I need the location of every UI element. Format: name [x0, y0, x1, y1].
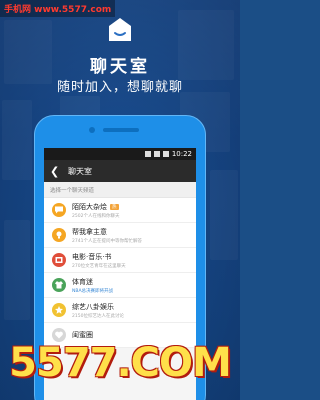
channel-description: 2502个人在线和你聊天 [72, 213, 120, 219]
promo-title: 聊天室 [90, 57, 150, 77]
channel-name: 帮我拿主意 [72, 227, 142, 237]
channel-text: 闺蜜圈 [72, 330, 93, 341]
star-icon [52, 303, 66, 317]
signal-icon [144, 151, 151, 157]
channel-name-label: 体育迷 [72, 277, 93, 286]
channel-name-label: 电影·音乐·书 [72, 252, 112, 261]
jersey-icon [52, 278, 66, 292]
chat-bubble-icon [52, 203, 66, 217]
status-bar: 10:22 [44, 148, 196, 160]
channel-description: 2741个人正在提问中等你帮忙解答 [72, 238, 142, 244]
channel-name: 电影·音乐·书 [72, 252, 126, 262]
channel-name: 闺蜜圈 [72, 330, 93, 340]
app-bar-title: 聊天室 [68, 166, 92, 176]
film-icon [52, 253, 66, 267]
app-bar: ❮ 聊天室 [44, 160, 196, 182]
battery-icon [162, 151, 169, 157]
phone-camera [89, 127, 95, 133]
channel-name-label: 帮我拿主意 [72, 227, 107, 236]
channel-text: 帮我拿主意 2741个人正在提问中等你帮忙解答 [72, 227, 142, 244]
site-watermark-logo: 5577.COM [9, 340, 232, 386]
section-header: 选择一个聊天频道 [44, 182, 196, 198]
channel-description: 270位文艺青年在这里聊天 [72, 263, 126, 269]
channel-text: 陌陌大杂烩热 2502个人在线和你聊天 [72, 202, 119, 219]
channel-item[interactable]: 帮我拿主意 2741个人正在提问中等你帮忙解答 [44, 223, 196, 248]
channel-name: 体育迷 [72, 277, 113, 287]
channel-name: 陌陌大杂烩热 [72, 202, 119, 212]
channel-name: 综艺八卦娱乐 [72, 302, 124, 312]
channel-name-label: 综艺八卦娱乐 [72, 302, 114, 311]
channel-item[interactable]: 综艺八卦娱乐 2150位综艺达人在此讨论 [44, 298, 196, 323]
channel-name-label: 闺蜜圈 [72, 330, 93, 339]
lightbulb-icon [52, 228, 66, 242]
channel-item[interactable]: 体育迷 NBA总决赛即将开战 [44, 273, 196, 298]
site-watermark: 手机网 www.5577.com [0, 0, 116, 17]
wifi-icon [153, 151, 160, 157]
channel-name-label: 陌陌大杂烩 [72, 202, 107, 211]
site-watermark-text: 手机网 www.5577.com [4, 5, 112, 15]
hot-badge: 热 [110, 203, 119, 210]
channel-text: 综艺八卦娱乐 2150位综艺达人在此讨论 [72, 302, 124, 319]
channel-description: 2150位综艺达人在此讨论 [72, 313, 124, 319]
channel-description: NBA总决赛即将开战 [72, 288, 114, 294]
momo-logo-icon [109, 18, 131, 41]
status-time: 10:22 [171, 150, 192, 158]
promo-subtitle: 随时加入，想聊就聊 [56, 80, 183, 95]
channel-text: 电影·音乐·书 270位文艺青年在这里聊天 [72, 252, 126, 269]
channel-item[interactable]: 电影·音乐·书 270位文艺青年在这里聊天 [44, 248, 196, 273]
channel-list: 陌陌大杂烩热 2502个人在线和你聊天 帮我拿主意 2741个人正在提问中等你帮忙解答… [44, 198, 196, 348]
channel-item[interactable]: 陌陌大杂烩热 2502个人在线和你聊天 [44, 198, 196, 223]
back-arrow-icon[interactable]: ❮ [50, 165, 62, 178]
channel-text: 体育迷 NBA总决赛即将开战 [72, 277, 113, 294]
phone-speaker [103, 128, 139, 132]
